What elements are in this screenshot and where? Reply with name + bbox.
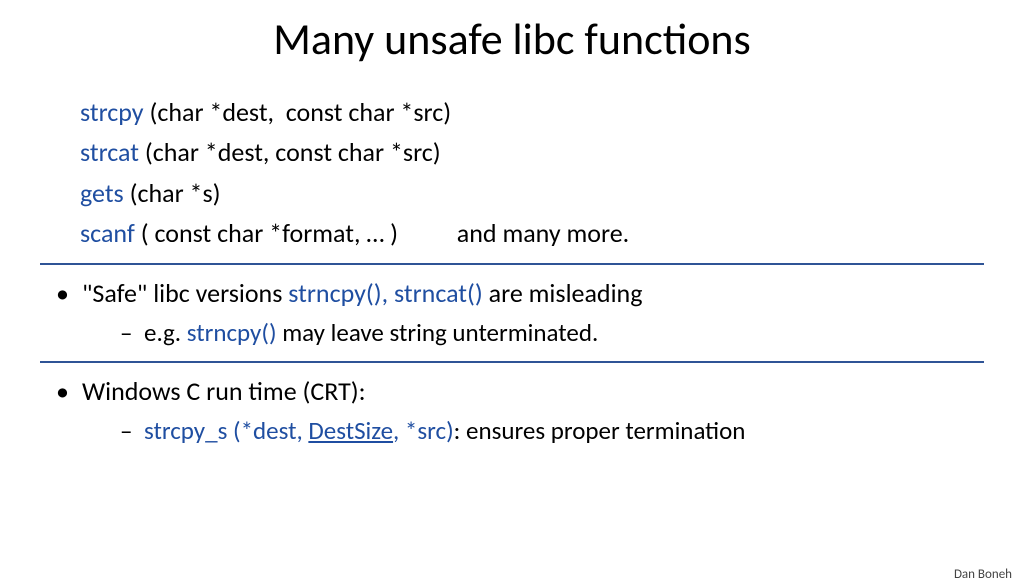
text: are misleading <box>483 277 643 309</box>
sub-list: e.g. strncpy() may leave string untermin… <box>116 315 1024 351</box>
fn-inline: strcpy_s (*dest, <box>144 415 308 446</box>
text: e.g. <box>144 317 187 348</box>
fn-destsize: DestSize <box>308 415 393 446</box>
fn-inline: strncpy() <box>187 317 277 348</box>
text: may leave string unterminated. <box>277 317 599 348</box>
fn-gets: gets (char *s) <box>80 173 1024 213</box>
fn-sig: (char *s) <box>124 177 221 209</box>
slide: Many unsafe libc functions strcpy (char … <box>0 12 1024 588</box>
sub-bullet: strcpy_s (*dest, DestSize, *src): ensure… <box>116 413 1024 449</box>
fn-strcat: strcat (char *dest, const char *src) <box>80 132 1024 172</box>
safe-section: "Safe" libc versions strncpy(), strncat(… <box>50 275 1024 351</box>
fn-sig: (char *dest, const char *src) <box>139 136 441 168</box>
sub-list: strcpy_s (*dest, DestSize, *src): ensure… <box>116 413 1024 449</box>
fn-name: strcat <box>80 136 139 168</box>
author-label: Dan Boneh <box>954 567 1012 582</box>
function-list: strcpy (char *dest, const char *src) str… <box>80 92 1024 253</box>
divider <box>40 263 984 265</box>
fn-inline: strncpy(), strncat() <box>288 277 483 309</box>
text: ensures proper termination <box>460 415 745 446</box>
fn-name: strcpy <box>80 96 144 128</box>
fn-name: scanf <box>80 217 135 249</box>
text: "Safe" libc versions <box>82 277 288 309</box>
fn-sig: (char *dest, const char *src) <box>144 96 452 128</box>
fn-scanf: scanf ( const char *format, … ) and many… <box>80 213 1024 253</box>
text: Windows C run time (CRT): <box>82 375 366 407</box>
fn-inline: , *src) <box>393 415 454 446</box>
sub-bullet: e.g. strncpy() may leave string untermin… <box>116 315 1024 351</box>
fn-strcpy: strcpy (char *dest, const char *src) <box>80 92 1024 132</box>
divider <box>40 361 984 363</box>
slide-title: Many unsafe libc functions <box>0 12 1024 66</box>
fn-name: gets <box>80 177 124 209</box>
crt-section: Windows C run time (CRT): strcpy_s (*des… <box>50 373 1024 449</box>
bullet-safe: "Safe" libc versions strncpy(), strncat(… <box>50 275 1024 351</box>
fn-sig: ( const char *format, … ) <box>135 217 398 249</box>
bullet-crt: Windows C run time (CRT): strcpy_s (*des… <box>50 373 1024 449</box>
fn-trail: and many more. <box>398 217 629 249</box>
